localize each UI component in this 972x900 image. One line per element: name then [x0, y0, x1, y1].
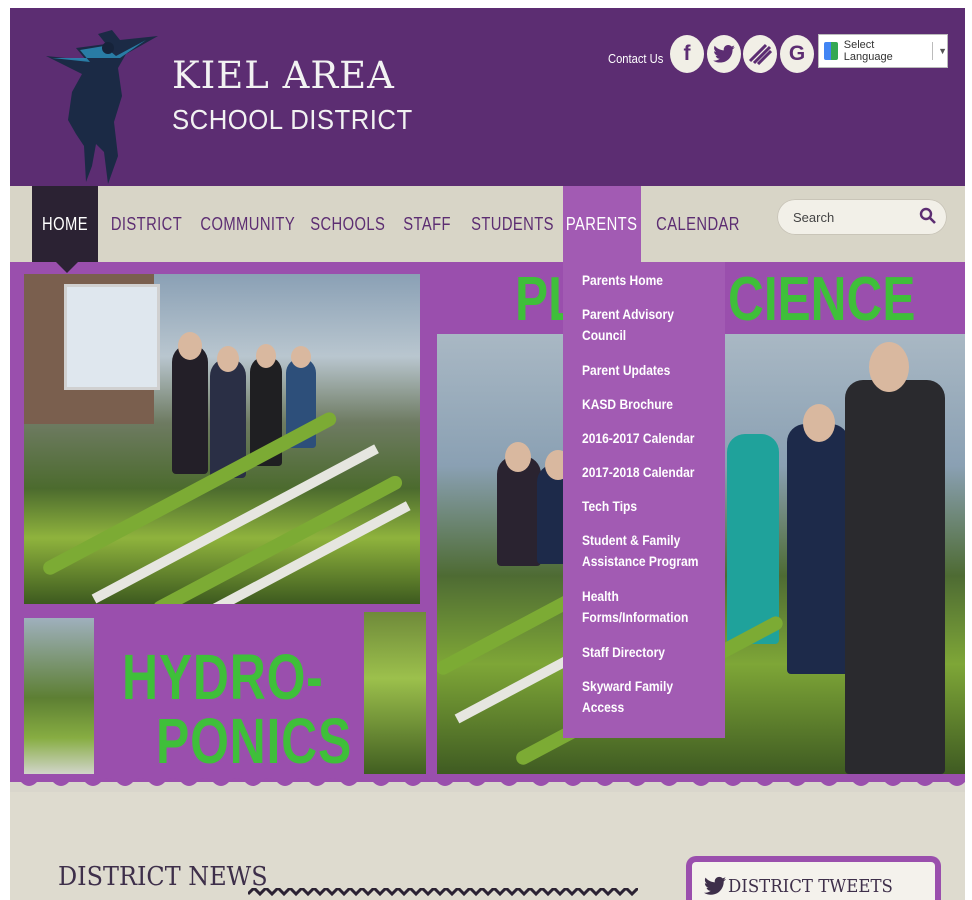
site-title-line2[interactable]: SCHOOL DISTRICT — [172, 104, 413, 136]
district-tweets-box[interactable]: DISTRICT TWEETS — [686, 856, 941, 900]
parents-dropdown-menu: Parents Home Parent Advisory Council Par… — [563, 262, 725, 738]
student-head — [256, 344, 276, 368]
district-news-heading: DISTRICT NEWS — [58, 862, 268, 892]
hero-banner[interactable]: HYDRO- PONICS PL CIENCE — [10, 262, 965, 782]
greenhouse-photo-small-left — [24, 618, 94, 778]
hydroponics-heading-line1: HYDRO- — [122, 641, 324, 713]
nav-item-staff[interactable]: STAFF — [398, 186, 456, 262]
menu-item-tech-tips[interactable]: Tech Tips — [582, 496, 702, 517]
hydroponics-heading-line2: PONICS — [156, 705, 353, 777]
menu-item-student-family-assistance[interactable]: Student & Family Assistance Program — [582, 530, 702, 572]
student-figure — [727, 434, 779, 644]
student-figure — [787, 424, 849, 674]
nav-label: SCHOOLS — [310, 213, 386, 234]
student-figure — [172, 344, 208, 474]
nav-label: COMMUNITY — [200, 213, 296, 234]
window — [64, 284, 160, 390]
student-figure — [497, 456, 541, 566]
menu-item-parent-advisory-council[interactable]: Parent Advisory Council — [582, 304, 702, 346]
plant-science-heading-right: CIENCE — [728, 265, 916, 334]
district-tweets-heading: DISTRICT TWEETS — [728, 876, 893, 897]
nav-label: STUDENTS — [470, 213, 554, 234]
google-glyph: G — [788, 42, 806, 65]
site-title-line1[interactable]: KIEL AREA — [172, 54, 395, 97]
page: KIEL AREA SCHOOL DISTRICT Contact Us f G… — [10, 8, 965, 900]
student-head — [869, 342, 909, 392]
twitter-icon[interactable] — [707, 35, 741, 73]
student-head — [505, 442, 531, 472]
nav-label: PARENTS — [566, 213, 638, 234]
menu-item-health-forms[interactable]: Health Forms/Information — [582, 586, 702, 628]
menu-item-parents-home[interactable]: Parents Home — [582, 270, 702, 291]
language-label: Select Language — [843, 39, 893, 63]
twitter-bird-icon — [713, 45, 735, 63]
menu-item-kasd-brochure[interactable]: KASD Brochure — [582, 394, 702, 415]
chevron-down-icon: ▼ — [938, 46, 947, 56]
student-head — [291, 346, 311, 368]
google-icon[interactable]: G — [780, 35, 814, 73]
student-head — [178, 332, 202, 360]
greenhouse-photo-left — [24, 274, 420, 604]
nav-label: CALENDAR — [656, 213, 740, 234]
student-head — [217, 346, 239, 372]
search-input[interactable] — [791, 208, 915, 226]
nav-item-community[interactable]: COMMUNITY — [193, 186, 303, 262]
facebook-glyph: f — [683, 42, 691, 65]
nav-label: STAFF — [403, 213, 451, 234]
nav-item-students[interactable]: STUDENTS — [468, 186, 556, 262]
greenhouse-photo-small-right — [364, 612, 426, 778]
nav-label: HOME — [42, 213, 88, 234]
student-head — [803, 404, 835, 442]
site-header: KIEL AREA SCHOOL DISTRICT Contact Us f G… — [10, 8, 965, 186]
contact-us-link[interactable]: Contact Us — [608, 51, 663, 66]
stripes-icon — [748, 43, 772, 65]
nav-item-calendar[interactable]: CALENDAR — [653, 186, 743, 262]
zigzag-underline — [248, 888, 638, 897]
language-divider — [932, 42, 934, 60]
nav-item-district[interactable]: DISTRICT — [106, 186, 186, 262]
wavy-divider — [10, 774, 965, 786]
search-box[interactable] — [777, 199, 947, 235]
student-figure — [845, 380, 945, 774]
nav-item-parents[interactable]: PARENTS — [563, 186, 641, 262]
menu-item-parent-updates[interactable]: Parent Updates — [582, 360, 702, 381]
peachjar-icon[interactable] — [743, 35, 777, 73]
content-area: DISTRICT NEWS DISTRICT TWEETS — [10, 792, 965, 900]
facebook-icon[interactable]: f — [670, 35, 704, 73]
nav-label: DISTRICT — [110, 213, 182, 234]
search-icon[interactable] — [919, 207, 937, 225]
google-translate-icon — [824, 42, 838, 60]
twitter-icon — [704, 876, 726, 895]
nav-item-schools[interactable]: SCHOOLS — [308, 186, 388, 262]
active-nav-caret — [56, 262, 78, 273]
language-selector[interactable]: Select Language ▼ — [818, 34, 948, 68]
nav-item-home[interactable]: HOME — [32, 186, 98, 262]
menu-item-staff-directory[interactable]: Staff Directory — [582, 642, 702, 663]
menu-item-calendar-2016-2017[interactable]: 2016-2017 Calendar — [582, 428, 702, 449]
pegasus-logo[interactable] — [46, 26, 158, 184]
menu-item-skyward-family-access[interactable]: Skyward Family Access — [582, 676, 702, 718]
menu-item-calendar-2017-2018[interactable]: 2017-2018 Calendar — [582, 462, 702, 483]
